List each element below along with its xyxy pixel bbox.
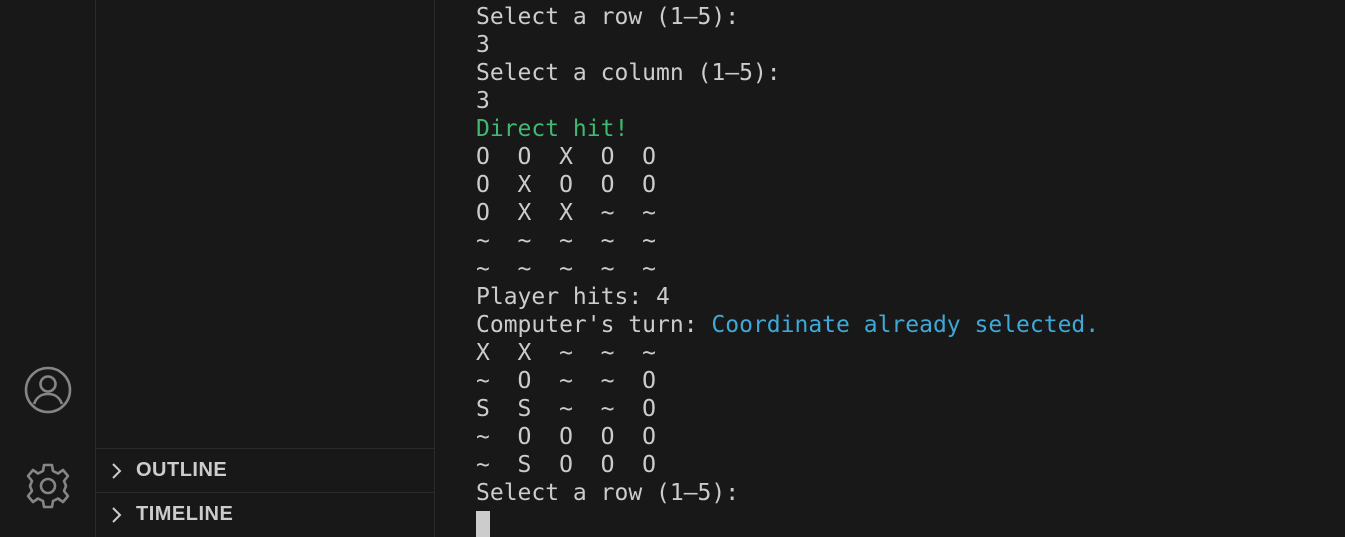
computer-board-row: X X ~ ~ ~ <box>476 340 657 366</box>
player-hits-line: Player hits: 4 <box>476 284 670 310</box>
outline-label: OUTLINE <box>136 459 228 481</box>
computer-turn-line: Computer's turn: Coordinate already sele… <box>476 311 1345 339</box>
outline-section-header[interactable]: OUTLINE <box>96 448 434 492</box>
timeline-section-header[interactable]: TIMELINE <box>96 492 434 536</box>
sidebar: OUTLINE TIMELINE <box>96 0 435 537</box>
terminal-line: 3 <box>476 88 490 114</box>
timeline-label: TIMELINE <box>136 503 234 525</box>
computer-board-row: ~ O ~ ~ O <box>476 368 657 394</box>
computer-turn-label: Computer's turn: <box>476 312 712 338</box>
computer-turn-message: Coordinate already selected. <box>711 312 1100 338</box>
chevron-right-icon <box>96 461 136 481</box>
terminal-line-hit-message: Direct hit! <box>476 116 629 142</box>
player-board-row: O X O O O <box>476 172 657 198</box>
terminal-line: 3 <box>476 32 490 58</box>
gear-icon[interactable] <box>22 460 74 512</box>
computer-board-row: S S ~ ~ O <box>476 396 657 422</box>
activity-bar <box>0 0 96 537</box>
terminal-input-line[interactable] <box>476 507 1345 537</box>
terminal-prompt-line: Select a row (1–5): <box>476 480 740 506</box>
player-board-row: O O X O O <box>476 144 657 170</box>
player-board-row: ~ ~ ~ ~ ~ <box>476 256 657 282</box>
terminal-panel[interactable]: Select a row (1–5): 3 Select a column (1… <box>435 0 1345 537</box>
terminal-line: Select a column (1–5): <box>476 60 781 86</box>
terminal-cursor <box>476 511 490 537</box>
terminal-line: Select a row (1–5): <box>476 4 740 30</box>
player-board-row: O X X ~ ~ <box>476 200 657 226</box>
computer-board-row: ~ O O O O <box>476 424 657 450</box>
account-icon[interactable] <box>22 364 74 416</box>
computer-board-row: ~ S O O O <box>476 452 657 478</box>
chevron-right-icon <box>96 505 136 525</box>
player-board-row: ~ ~ ~ ~ ~ <box>476 228 657 254</box>
